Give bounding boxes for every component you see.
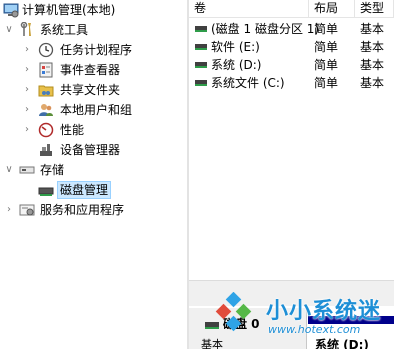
volume-layout: 简单 — [314, 22, 339, 36]
chevron-right-icon[interactable]: › — [22, 103, 32, 117]
volume-layout: 简单 — [314, 76, 339, 90]
disk-label: 磁盘 0 — [223, 317, 260, 331]
volume-name: (磁盘 1 磁盘分区 1) — [211, 22, 320, 36]
volume-row[interactable]: (磁盘 1 磁盘分区 1) 简单 基本 — [189, 20, 394, 38]
volume-type: 基本 — [360, 76, 385, 90]
device-manager-icon — [38, 142, 54, 158]
event-viewer-icon — [38, 62, 54, 78]
tree-item-system-tools[interactable]: ∨ 系统工具 — [0, 20, 187, 40]
volume-name: 系统文件 (C:) — [211, 76, 285, 90]
volume-type: 基本 — [360, 58, 385, 72]
tree-item-local-users[interactable]: › 本地用户和组 — [0, 100, 187, 120]
column-header-volume[interactable]: 卷 — [189, 0, 309, 18]
clock-icon — [38, 42, 54, 58]
tree-item-label: 事件查看器 — [60, 63, 121, 77]
tree-item-label: 服务和应用程序 — [40, 203, 125, 217]
chevron-down-icon[interactable]: ∨ — [4, 23, 14, 37]
tree-item-event-viewer[interactable]: › 事件查看器 — [0, 60, 187, 80]
tree-item-services-apps[interactable]: › 服务和应用程序 — [0, 200, 187, 220]
disk-map-spacer — [189, 286, 394, 306]
volume-list: 卷 布局 类型 (磁盘 1 磁盘分区 1) 简单 基本 软件 (E:) 简单 基… — [189, 0, 394, 280]
volume-name: 系统 (D:) — [211, 58, 262, 72]
volume-icon — [195, 44, 207, 50]
volume-type: 基本 — [360, 40, 385, 54]
partition-bar[interactable] — [308, 316, 394, 324]
chevron-right-icon[interactable]: › — [22, 43, 32, 57]
tree-item-label: 任务计划程序 — [60, 43, 133, 57]
tree-item-label: 本地用户和组 — [60, 103, 133, 117]
disk-map: 磁盘 0 基本 系统 (D:) — [189, 286, 394, 349]
chevron-down-icon[interactable]: ∨ — [4, 163, 14, 177]
tree-item-task-scheduler[interactable]: › 任务计划程序 — [0, 40, 187, 60]
tree-item-root[interactable]: 计算机管理(本地) — [0, 0, 187, 20]
volume-icon — [195, 80, 207, 86]
column-header-layout[interactable]: 布局 — [309, 0, 355, 18]
disk-type: 基本 — [201, 338, 223, 349]
tree-item-storage[interactable]: ∨ 存储 — [0, 160, 187, 180]
volume-row[interactable]: 系统文件 (C:) 简单 基本 — [189, 74, 394, 92]
services-icon — [19, 202, 35, 218]
storage-icon — [19, 162, 35, 178]
column-header-type[interactable]: 类型 — [355, 0, 394, 18]
disk-management-icon — [38, 182, 54, 198]
disk-icon — [205, 322, 219, 329]
tree-item-device-manager[interactable]: 设备管理器 — [0, 140, 187, 160]
tree-item-label: 性能 — [60, 123, 85, 137]
shared-folder-icon — [38, 82, 54, 98]
volume-icon — [195, 62, 207, 68]
navigation-tree: 计算机管理(本地) ∨ 系统工具 › 任务计划程序 › 事件查看器 › 共享文件… — [0, 0, 187, 349]
tree-item-disk-management[interactable]: 磁盘管理 — [0, 180, 187, 200]
users-icon — [38, 102, 54, 118]
tree-item-label: 计算机管理(本地) — [22, 3, 116, 17]
tree-item-label: 设备管理器 — [60, 143, 121, 157]
volume-icon — [195, 26, 207, 32]
performance-icon — [38, 122, 54, 138]
chevron-right-icon[interactable]: › — [22, 123, 32, 137]
computer-management-icon — [3, 2, 19, 18]
tree-item-label: 存储 — [40, 163, 65, 177]
tree-item-performance[interactable]: › 性能 — [0, 120, 187, 140]
volume-name: 软件 (E:) — [211, 40, 260, 54]
chevron-right-icon[interactable]: › — [4, 203, 14, 217]
volume-row[interactable]: 软件 (E:) 简单 基本 — [189, 38, 394, 56]
volume-type: 基本 — [360, 22, 385, 36]
tools-icon — [19, 21, 35, 38]
tree-item-label: 系统工具 — [40, 23, 89, 37]
tree-item-shared-folders[interactable]: › 共享文件夹 — [0, 80, 187, 100]
disk-info-cell[interactable]: 磁盘 0 基本 — [189, 308, 307, 349]
tree-item-label: 磁盘管理 — [56, 181, 112, 199]
tree-item-label: 共享文件夹 — [60, 83, 121, 97]
volume-layout: 简单 — [314, 58, 339, 72]
chevron-right-icon[interactable]: › — [22, 63, 32, 77]
volume-row[interactable]: 系统 (D:) 简单 基本 — [189, 56, 394, 74]
chevron-right-icon[interactable]: › — [22, 83, 32, 97]
volume-layout: 简单 — [314, 40, 339, 54]
partition-label[interactable]: 系统 (D:) — [315, 338, 369, 349]
